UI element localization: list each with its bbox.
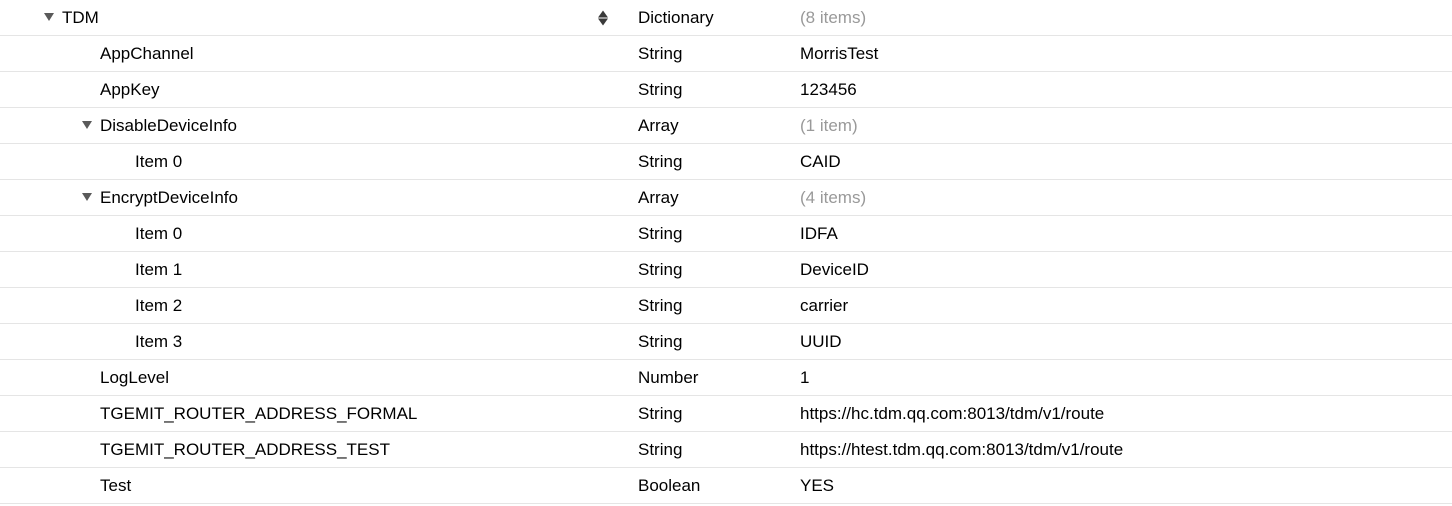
key-label: Item 3 [135, 332, 182, 352]
table-row[interactable]: Item 2 String carrier [0, 288, 1452, 324]
type-cell[interactable]: String [630, 260, 800, 280]
table-row[interactable]: TDM Dictionary (8 items) [0, 0, 1452, 36]
type-cell[interactable]: String [630, 404, 800, 424]
key-label: Item 0 [135, 224, 182, 244]
table-row[interactable]: Item 0 String IDFA [0, 216, 1452, 252]
value-cell[interactable]: carrier [800, 296, 1452, 316]
table-row[interactable]: Item 0 String CAID [0, 144, 1452, 180]
key-label: AppKey [100, 80, 160, 100]
key-cell: Item 0 [0, 216, 630, 251]
key-cell: DisableDeviceInfo [0, 108, 630, 143]
key-label: DisableDeviceInfo [100, 116, 237, 136]
value-cell[interactable]: 1 [800, 368, 1452, 388]
table-row[interactable]: Item 3 String UUID [0, 324, 1452, 360]
type-cell[interactable]: Boolean [630, 476, 800, 496]
value-cell[interactable]: UUID [800, 332, 1452, 352]
type-cell[interactable]: String [630, 152, 800, 172]
value-cell: (4 items) [800, 188, 1452, 208]
value-cell[interactable]: https://htest.tdm.qq.com:8013/tdm/v1/rou… [800, 440, 1452, 460]
type-cell[interactable]: Number [630, 368, 800, 388]
key-cell: Test [0, 468, 630, 503]
value-cell[interactable]: https://hc.tdm.qq.com:8013/tdm/v1/route [800, 404, 1452, 424]
table-row[interactable]: Item 1 String DeviceID [0, 252, 1452, 288]
key-label: TDM [62, 8, 99, 28]
key-label: Item 2 [135, 296, 182, 316]
key-cell: Item 3 [0, 324, 630, 359]
key-label: EncryptDeviceInfo [100, 188, 238, 208]
key-cell: AppChannel [0, 36, 630, 71]
value-cell[interactable]: IDFA [800, 224, 1452, 244]
key-cell: Item 2 [0, 288, 630, 323]
key-cell: AppKey [0, 72, 630, 107]
value-cell: (1 item) [800, 116, 1452, 136]
value-cell[interactable]: DeviceID [800, 260, 1452, 280]
disclosure-triangle-icon[interactable] [80, 119, 94, 133]
key-cell: TGEMIT_ROUTER_ADDRESS_TEST [0, 432, 630, 467]
type-cell[interactable]: Array [630, 188, 800, 208]
type-cell[interactable]: String [630, 440, 800, 460]
table-row[interactable]: TGEMIT_ROUTER_ADDRESS_FORMAL String http… [0, 396, 1452, 432]
value-cell[interactable]: YES [800, 476, 1452, 496]
key-label: AppChannel [100, 44, 194, 64]
key-label: TGEMIT_ROUTER_ADDRESS_TEST [100, 440, 390, 460]
key-cell: Item 0 [0, 144, 630, 179]
type-cell[interactable]: Dictionary [630, 8, 800, 28]
table-row[interactable]: Test Boolean YES [0, 468, 1452, 504]
table-row[interactable]: EncryptDeviceInfo Array (4 items) [0, 180, 1452, 216]
table-row[interactable]: TGEMIT_ROUTER_ADDRESS_TEST String https:… [0, 432, 1452, 468]
value-cell[interactable]: MorrisTest [800, 44, 1452, 64]
key-label: Item 0 [135, 152, 182, 172]
key-cell: TGEMIT_ROUTER_ADDRESS_FORMAL [0, 396, 630, 431]
type-cell[interactable]: String [630, 44, 800, 64]
type-cell[interactable]: String [630, 224, 800, 244]
key-cell: EncryptDeviceInfo [0, 180, 630, 215]
table-row[interactable]: AppKey String 123456 [0, 72, 1452, 108]
key-cell: LogLevel [0, 360, 630, 395]
key-label: Item 1 [135, 260, 182, 280]
key-label: LogLevel [100, 368, 169, 388]
type-stepper-icon[interactable] [598, 10, 608, 25]
key-label: TGEMIT_ROUTER_ADDRESS_FORMAL [100, 404, 417, 424]
type-cell[interactable]: String [630, 332, 800, 352]
key-cell: Item 1 [0, 252, 630, 287]
disclosure-triangle-icon[interactable] [42, 11, 56, 25]
plist-table: TDM Dictionary (8 items) AppChannel Stri… [0, 0, 1452, 504]
table-row[interactable]: LogLevel Number 1 [0, 360, 1452, 396]
value-cell[interactable]: CAID [800, 152, 1452, 172]
type-cell[interactable]: String [630, 296, 800, 316]
value-cell: (8 items) [800, 8, 1452, 28]
table-row[interactable]: DisableDeviceInfo Array (1 item) [0, 108, 1452, 144]
type-cell[interactable]: Array [630, 116, 800, 136]
key-label: Test [100, 476, 131, 496]
value-cell[interactable]: 123456 [800, 80, 1452, 100]
key-cell: TDM [0, 0, 630, 35]
table-row[interactable]: AppChannel String MorrisTest [0, 36, 1452, 72]
type-cell[interactable]: String [630, 80, 800, 100]
disclosure-triangle-icon[interactable] [80, 191, 94, 205]
